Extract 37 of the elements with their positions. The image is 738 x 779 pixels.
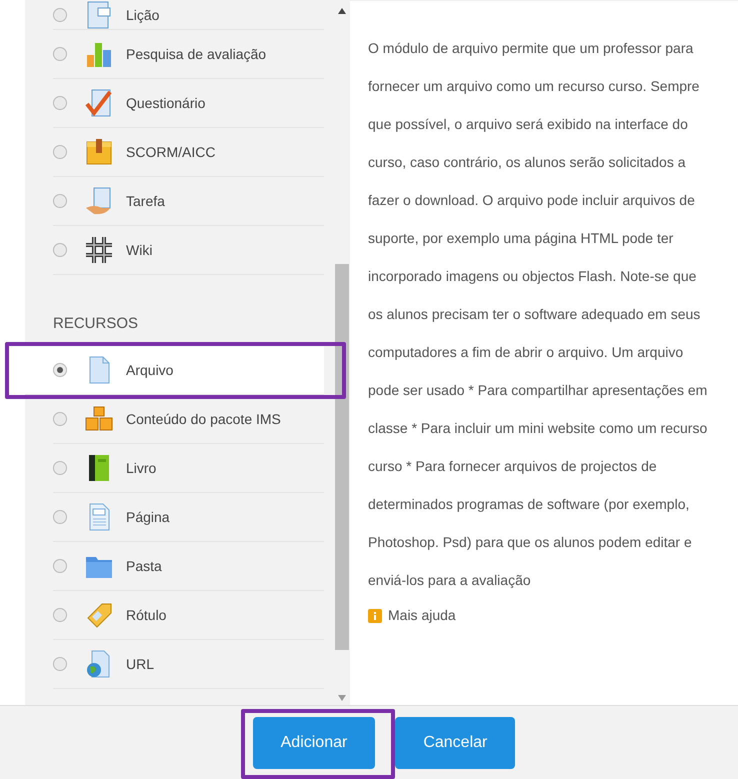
activity-option[interactable]: Questionário (53, 79, 324, 128)
radio-button[interactable] (53, 145, 67, 159)
info-icon (368, 608, 382, 622)
activity-option[interactable]: Wiki (53, 226, 324, 275)
section-heading: RECURSOS (53, 314, 140, 334)
scroll-thumb[interactable] (335, 264, 349, 650)
activity-option[interactable]: URL (53, 640, 324, 688)
radio-button[interactable] (53, 8, 67, 22)
module-icon (84, 88, 114, 118)
activity-option[interactable]: Rótulo (53, 590, 324, 640)
radio-button[interactable] (53, 96, 67, 110)
radio-button[interactable] (53, 47, 67, 61)
radio-button[interactable] (53, 243, 67, 257)
activity-option[interactable]: SCORM/AICC (53, 128, 324, 177)
radio-button[interactable] (53, 412, 67, 426)
activity-option[interactable]: Tarefa (53, 177, 324, 226)
activity-option[interactable]: Página (53, 492, 324, 542)
radio-button[interactable] (53, 656, 67, 670)
module-icon (84, 404, 114, 434)
radio-button[interactable] (53, 460, 67, 474)
module-icon (84, 137, 114, 167)
activity-option[interactable]: Arquivo (25, 346, 324, 394)
radio-button[interactable] (53, 558, 67, 572)
radio-button[interactable] (53, 362, 67, 376)
activity-option[interactable]: Livro (53, 444, 324, 492)
activity-option[interactable]: Pasta (53, 542, 324, 590)
module-icon (84, 235, 114, 265)
radio-button[interactable] (53, 194, 67, 208)
more-help-link[interactable]: Mais ajuda (388, 605, 456, 626)
activity-option[interactable]: Conteúdo do pacote IMS (53, 394, 324, 444)
scroll-up-icon[interactable] (338, 8, 346, 14)
help-description: O módulo de arquivo permite que um professor para fornecer um arquivo como um recurso curso. Sempre que possível, o arquivo será exibido na interface do curso, caso contrário, os alunos serão solicitados a fazer o download. O arquivo pode incluir arquivos de suporte, por exemplo uma página HTML pode ter incorporado imagens ou objectos Flash. Note-se que os alunos precisam ter o software adequado em seus computadores a fim de abrir o arquivo. Um arquivo pode ser usado * Para compartilhar apresentações em classe * Para incluir um mini website como um recurso curso * Para fornecer arquivos de projectos de determinados programas de software (por exemplo, Photoshop. Psd) para que os alunos podem editar e enviá-los para a avaliação (368, 39, 708, 590)
scroll-down-icon[interactable] (338, 695, 346, 701)
radio-button[interactable] (53, 608, 67, 622)
activity-option[interactable]: Lição (53, 0, 324, 30)
activity-option[interactable]: Pesquisa de avaliação (53, 30, 324, 79)
radio-button[interactable] (53, 510, 67, 524)
